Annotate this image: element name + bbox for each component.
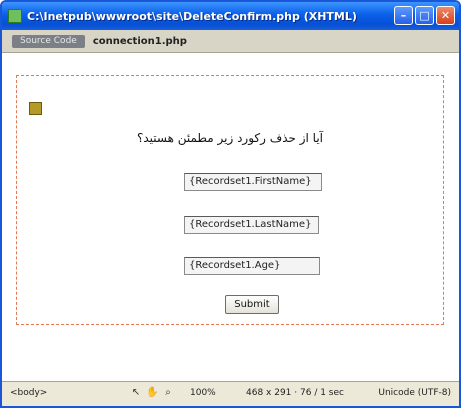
form-outline[interactable]: آیا از حذف رکورد زیر مطمئن هستید؟ {Recor… xyxy=(16,75,444,325)
window-size-value: 468 x 291 xyxy=(246,388,292,398)
related-file-tab[interactable]: connection1.php xyxy=(93,36,187,47)
pointer-icon[interactable]: ↖ xyxy=(130,386,142,399)
first-name-field[interactable]: {Recordset1.FirstName} xyxy=(184,173,322,191)
source-code-button[interactable]: Source Code xyxy=(12,34,85,48)
age-field[interactable]: {Recordset1.Age} xyxy=(184,257,320,275)
app-icon xyxy=(8,9,22,23)
document-toolbar: Source Code connection1.php xyxy=(2,30,459,53)
encoding-label: Unicode (UTF-8) xyxy=(378,388,451,398)
form-marker-icon[interactable] xyxy=(29,102,42,115)
status-bar: <body> ↖ ✋ ⌕ 100% 468 x 291 · 76 / 1 sec… xyxy=(2,381,459,406)
maximize-button[interactable]: □ xyxy=(415,6,434,25)
window-size: 468 x 291 · 76 / 1 sec xyxy=(246,388,344,398)
zoom-level[interactable]: 100% xyxy=(190,388,216,398)
close-button[interactable]: ✕ xyxy=(436,6,455,25)
minimize-button[interactable]: – xyxy=(394,6,413,25)
title-bar[interactable]: C:\Inetpub\wwwroot\site\DeleteConfirm.ph… xyxy=(2,2,459,30)
tag-selector[interactable]: <body> xyxy=(10,388,47,398)
submit-button[interactable]: Submit xyxy=(225,295,279,314)
design-view[interactable]: آیا از حذف رکورد زیر مطمئن هستید؟ {Recor… xyxy=(2,53,459,382)
app-window: C:\Inetpub\wwwroot\site\DeleteConfirm.ph… xyxy=(0,0,461,408)
window-controls: – □ ✕ xyxy=(394,6,455,25)
hand-icon[interactable]: ✋ xyxy=(146,386,158,399)
status-tools: ↖ ✋ ⌕ xyxy=(130,386,174,399)
window-title: C:\Inetpub\wwwroot\site\DeleteConfirm.ph… xyxy=(27,9,357,23)
file-info: 76 / 1 sec xyxy=(300,388,344,398)
zoom-icon[interactable]: ⌕ xyxy=(162,386,174,399)
last-name-field[interactable]: {Recordset1.LastName} xyxy=(184,216,319,234)
delete-confirm-question: آیا از حذف رکورد زیر مطمئن هستید؟ xyxy=(136,131,323,145)
